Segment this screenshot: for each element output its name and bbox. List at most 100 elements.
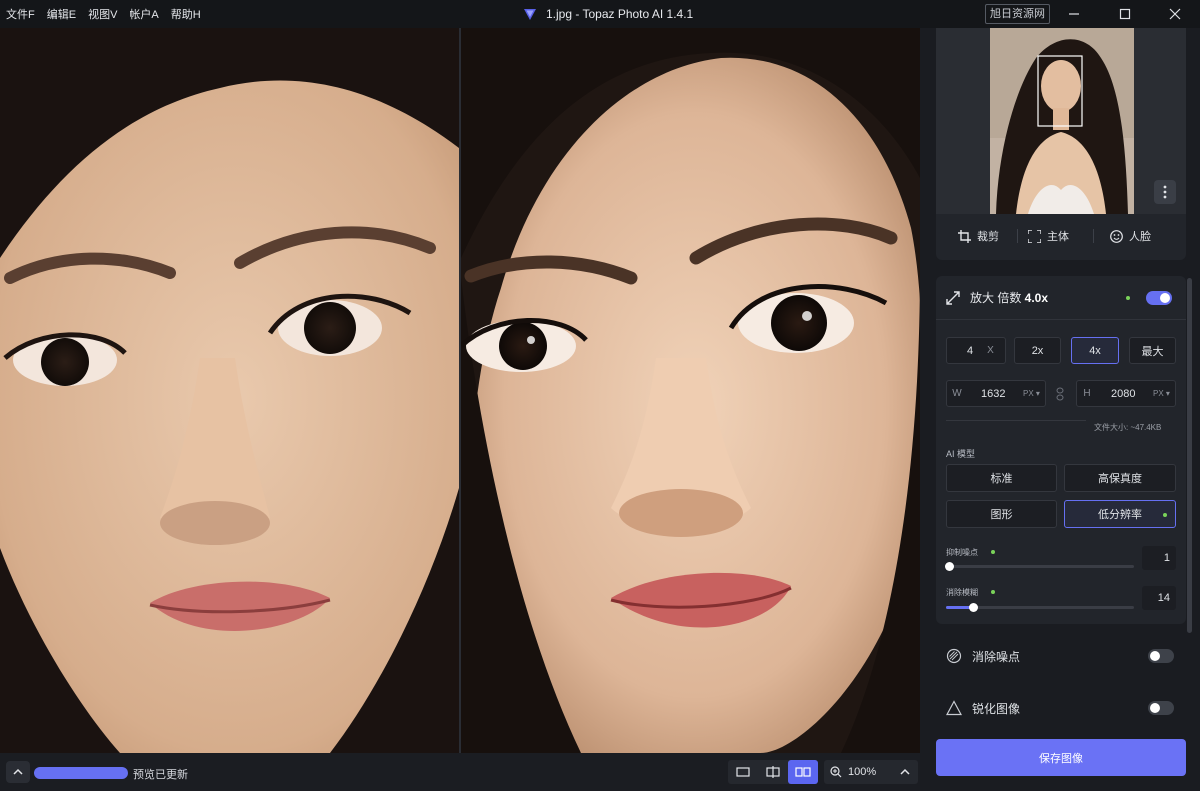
divider-line: [946, 420, 1086, 421]
maximize-button[interactable]: [1102, 0, 1148, 28]
image-viewer[interactable]: [0, 28, 920, 753]
height-input[interactable]: H 2080 PX ▾: [1076, 380, 1176, 407]
face-label: 人脸: [1129, 231, 1151, 243]
link-ratio-icon[interactable]: [1056, 387, 1064, 401]
single-view-button[interactable]: [728, 760, 758, 784]
single-view-icon: [736, 767, 750, 777]
upscale-toggle[interactable]: [1146, 290, 1173, 305]
remove-blur-handle[interactable]: [969, 603, 978, 612]
scale-factor-unit: X: [987, 345, 994, 356]
remove-blur-label: 消除模糊: [946, 588, 978, 597]
zoom-icon: [830, 766, 842, 778]
window-title-text: 1.jpg - Topaz Photo AI 1.4.1: [546, 7, 694, 21]
status-bar: 预览已更新 100%: [0, 753, 920, 791]
save-image-button[interactable]: 保存图像: [936, 739, 1186, 776]
menu-view[interactable]: 视图V: [88, 6, 117, 22]
upscale-title: 放大 倍数 4.0x: [970, 289, 1048, 306]
menu-edit[interactable]: 编辑E: [47, 6, 76, 22]
enhanced-face-image: [461, 28, 920, 753]
model-low-resolution-button[interactable]: 低分辨率: [1064, 500, 1176, 528]
close-icon: [1169, 8, 1181, 20]
split-view-icon: [766, 766, 780, 778]
model-low-resolution-label: 低分辨率: [1098, 509, 1142, 521]
height-label: H: [1083, 388, 1091, 399]
preset-max-button[interactable]: 最大: [1129, 337, 1176, 364]
expand-arrows-icon: [946, 290, 960, 305]
suppress-noise-indicator: [991, 550, 995, 554]
crop-tool[interactable]: 裁剪: [958, 228, 999, 244]
suppress-noise-label: 抑制噪点: [946, 548, 978, 557]
width-input[interactable]: W 1632 PX ▾: [946, 380, 1046, 407]
enhanced-preview[interactable]: [461, 28, 920, 753]
file-size-text: 文件大小: ~47.4KB: [1094, 423, 1162, 432]
width-value: 1632: [981, 387, 1006, 400]
preview-progress-bar: [34, 767, 128, 779]
menu-account[interactable]: 帐户A: [129, 6, 158, 22]
thumbnail-image: [936, 28, 1186, 214]
minimize-button[interactable]: [1051, 0, 1097, 28]
denoise-icon: [946, 648, 962, 664]
width-unit-select[interactable]: PX ▾: [1023, 389, 1040, 398]
menu-bar: 文件F 编辑E 视图V 帐户A 帮助H: [0, 6, 201, 22]
preset-2x-button[interactable]: 2x: [1014, 337, 1061, 364]
tool-divider: [1093, 229, 1094, 243]
toggle-knob: [1150, 651, 1160, 661]
expand-button[interactable]: [6, 761, 30, 783]
original-face-image: [0, 28, 459, 753]
panel-scrollbar[interactable]: [1187, 278, 1192, 633]
maximize-icon: [1119, 8, 1131, 20]
subject-label: 主体: [1047, 231, 1069, 243]
face-tool[interactable]: 人脸: [1110, 228, 1151, 244]
selected-indicator: [1163, 513, 1167, 517]
topaz-logo-icon: [524, 9, 536, 20]
scale-factor-value: 4: [967, 344, 974, 357]
model-high-fidelity-button[interactable]: 高保真度: [1064, 464, 1176, 492]
more-vertical-icon: [1163, 185, 1167, 199]
minimize-icon: [1069, 13, 1079, 15]
upscale-module: 放大 倍数 4.0x 4 X 2x 4x 最大 W 1632 PX ▾ H 20…: [936, 276, 1186, 624]
model-standard-button[interactable]: 标准: [946, 464, 1057, 492]
settings-panel: 裁剪 主体 人脸 放大 倍数 4.0x 4 X 2x 4x 最大 W 1632 …: [920, 28, 1200, 791]
subject-tool[interactable]: 主体: [1028, 228, 1069, 244]
zoom-control[interactable]: 100%: [824, 760, 918, 784]
ai-model-label: AI 模型: [946, 449, 976, 459]
denoise-feature-row[interactable]: 消除噪点: [936, 641, 1186, 671]
side-by-side-icon: [795, 767, 811, 777]
title-bar: 文件F 编辑E 视图V 帐户A 帮助H 1.jpg - Topaz Photo …: [0, 0, 1200, 28]
subject-frame-icon: [1028, 229, 1041, 243]
remove-blur-value[interactable]: 14: [1142, 586, 1176, 610]
close-button[interactable]: [1152, 0, 1198, 28]
width-label: W: [952, 388, 962, 399]
scale-factor-input[interactable]: 4 X: [946, 337, 1006, 364]
suppress-noise-value[interactable]: 1: [1142, 546, 1176, 570]
crop-label: 裁剪: [977, 231, 999, 243]
split-view-button[interactable]: [758, 760, 788, 784]
original-preview[interactable]: [0, 28, 459, 753]
navigator-tools: 裁剪 主体 人脸: [936, 224, 1186, 248]
navigator-thumbnail[interactable]: [936, 28, 1186, 214]
height-unit-select[interactable]: PX ▾: [1153, 389, 1170, 398]
more-options-button[interactable]: [1154, 180, 1176, 204]
suppress-noise-handle[interactable]: [945, 562, 954, 571]
chevron-up-icon: [13, 768, 23, 775]
sharpen-toggle[interactable]: [1148, 701, 1174, 715]
chevron-up-icon: [900, 768, 910, 775]
suppress-noise-track[interactable]: [946, 565, 1134, 568]
model-graphics-button[interactable]: 图形: [946, 500, 1057, 528]
menu-help[interactable]: 帮助H: [171, 6, 201, 22]
sharpen-label: 锐化图像: [972, 701, 1021, 716]
status-text: 预览已更新: [133, 769, 188, 781]
zoom-level: 100%: [848, 766, 877, 778]
side-by-side-view-button[interactable]: [788, 760, 818, 784]
upscale-title-prefix: 放大 倍数: [970, 291, 1025, 305]
denoise-toggle[interactable]: [1148, 649, 1174, 663]
upscale-header[interactable]: 放大 倍数 4.0x: [936, 276, 1186, 320]
sharpen-feature-row[interactable]: 锐化图像: [936, 693, 1186, 723]
tool-divider: [1017, 229, 1018, 243]
window-title: 1.jpg - Topaz Photo AI 1.4.1: [522, 0, 693, 28]
preset-4x-button[interactable]: 4x: [1071, 337, 1119, 364]
menu-file[interactable]: 文件F: [6, 6, 35, 22]
upscale-factor: 4.0x: [1024, 291, 1049, 305]
view-mode-group: [728, 760, 818, 784]
remove-blur-indicator: [991, 590, 995, 594]
